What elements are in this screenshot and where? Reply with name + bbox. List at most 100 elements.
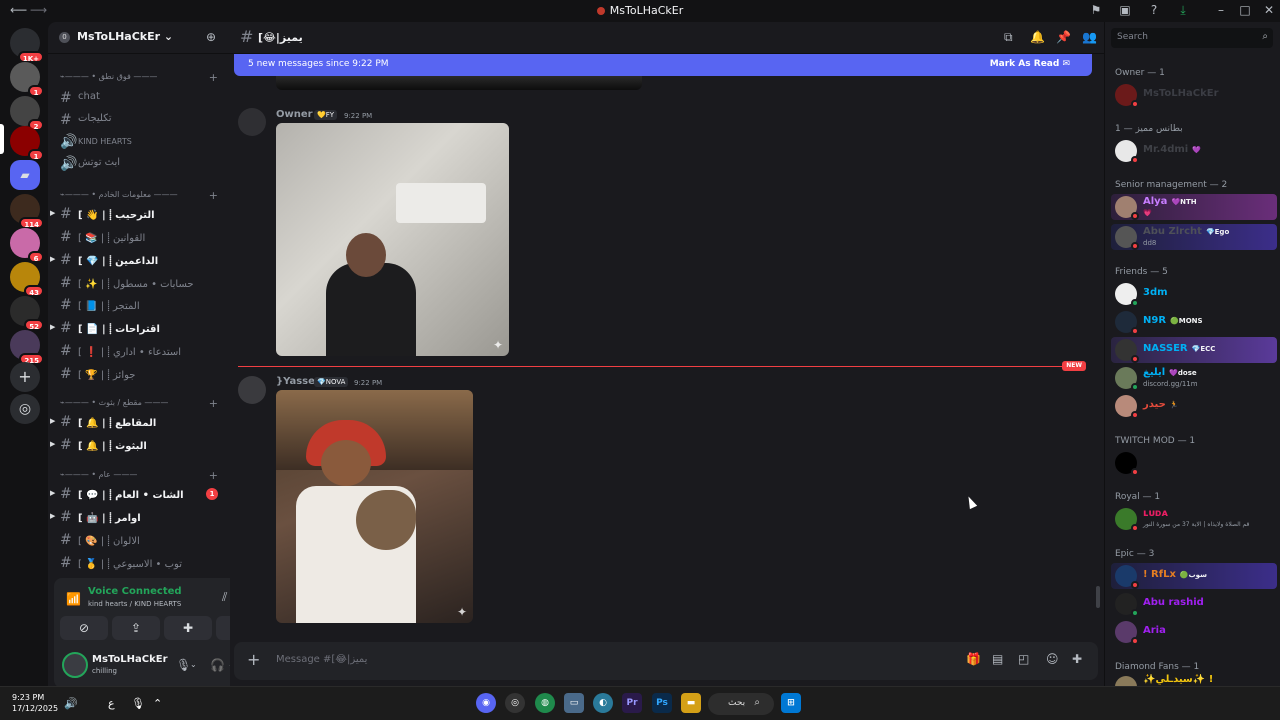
server-icon[interactable]: 6 — [10, 228, 44, 263]
member-item[interactable]: Mr.4dmi 💜 — [1111, 138, 1277, 164]
member-item[interactable]: ʟᴜᴅᴀ قم الصلاة ولايذاه | الاية 37 من سور… — [1111, 506, 1277, 532]
guild-header[interactable]: 0 MsToLHaCkEr ⌄ ⊕ — [48, 22, 230, 54]
member-item[interactable] — [1111, 450, 1277, 476]
channel-item[interactable]: # chat — [56, 88, 224, 108]
avatar[interactable] — [62, 652, 88, 678]
activities-button[interactable]: ✚ — [164, 616, 212, 640]
emoji-icon[interactable]: ☺ — [1046, 652, 1059, 666]
channel-item[interactable]: #[ 🥇 | ⸽ توب • الاسبوعي — [56, 553, 224, 573]
server-icon[interactable]: 2 — [10, 96, 44, 131]
channel-item[interactable]: # تكليجات — [56, 110, 224, 130]
language-indicator[interactable]: ع — [108, 697, 115, 710]
volume-icon[interactable]: 🔊 — [64, 697, 78, 710]
member-item[interactable]: Abu rashid — [1111, 591, 1277, 617]
member-item[interactable]: حيدر 🏃 — [1111, 393, 1277, 419]
channel-item[interactable]: #[ ❗ | ⸽ استدعاء • اداري — [56, 341, 224, 361]
server-icon[interactable]: 114 — [10, 194, 44, 229]
add-channel-icon[interactable]: + — [209, 189, 218, 202]
channel-item[interactable]: #[ ✨ | ⸽ حسابات • مسطول — [56, 273, 224, 293]
screen-share-button[interactable]: ⇪ — [112, 616, 160, 640]
voice-status[interactable]: Voice Connected — [88, 586, 182, 597]
member-item[interactable]: ايليغ 💜dose discord.gg/11m — [1111, 365, 1277, 391]
channel-item[interactable]: #[ 📚 | ⸽ القوانين — [56, 227, 224, 247]
premiere-icon[interactable]: Pr — [622, 693, 642, 713]
member-item[interactable]: N9R 🟢MONS — [1111, 309, 1277, 335]
channel-item[interactable]: ▶ #[ 📄 | ⸽ اقتراحات — [50, 318, 224, 338]
headphones-icon[interactable]: 🎧 — [210, 658, 225, 672]
noise-suppression-icon[interactable]: ⫽ — [222, 590, 227, 605]
member-item[interactable]: Aria — [1111, 619, 1277, 645]
sticker-icon[interactable]: ◰ — [1018, 652, 1029, 666]
help-icon[interactable]: ? — [1147, 3, 1161, 17]
channel-item[interactable]: ▶ #[ 🔔 | ⸽ المقاطع — [50, 412, 224, 432]
add-channel-icon[interactable]: + — [209, 71, 218, 84]
download-icon[interactable]: ⤓ — [1176, 3, 1190, 17]
signal-icon[interactable]: 📶 — [66, 592, 81, 606]
chrome-icon[interactable]: ◍ — [535, 693, 555, 713]
microphone-icon[interactable]: 🎙 — [131, 697, 145, 710]
guild-name[interactable]: MsToLHaCkEr ⌄ — [77, 30, 173, 43]
photoshop-icon[interactable]: Ps — [652, 693, 672, 713]
guild-tag[interactable]: 💎NOVA — [314, 377, 349, 387]
category-header[interactable]: ⌁——— • فوق نطق ——— + — [60, 71, 228, 86]
channel-item[interactable]: ▶ #[ 💬 | ⸽ الشات • العام 1 — [50, 484, 224, 504]
member-list-icon[interactable]: 👥 — [1082, 30, 1097, 44]
attach-plus-icon[interactable]: + — [247, 650, 260, 669]
image-attachment[interactable]: ✦ — [276, 390, 473, 623]
avatar[interactable] — [238, 108, 266, 136]
inbox-flag-icon[interactable]: ⚑ — [1089, 3, 1103, 17]
add-channel-icon[interactable]: + — [209, 469, 218, 482]
user-name[interactable]: MsToLHaCkEr — [92, 654, 168, 665]
category-header[interactable]: ⌁——— • عام ——— + — [60, 469, 228, 484]
apps-icon[interactable]: ✚ — [1072, 652, 1082, 666]
scrollbar[interactable] — [1096, 586, 1100, 608]
chevron-down-icon[interactable]: ⌄ — [190, 660, 197, 669]
category-header[interactable]: ⌁——— • مقطع / بثوث ——— + — [60, 397, 228, 412]
notification-bell-icon[interactable]: 🔔 — [1030, 30, 1045, 44]
system-clock[interactable]: 9:23 PM 17/12/2025 — [12, 692, 58, 714]
app-icon[interactable]: ◎ — [505, 693, 525, 713]
image-attachment[interactable]: ✦ — [276, 123, 509, 356]
channel-item[interactable]: ▶ #[ 💎 | ⸽ الداعمين — [50, 250, 224, 270]
threads-icon[interactable]: ⧉ — [1004, 30, 1013, 45]
search-input[interactable]: Search ⌕ — [1111, 28, 1273, 48]
browser-icon[interactable]: ◐ — [593, 693, 613, 713]
server-icon[interactable]: 43 — [10, 262, 44, 297]
message-timestamp[interactable]: 9:22 PM — [354, 379, 382, 387]
add-member-icon[interactable]: ⊕ — [206, 30, 216, 44]
camera-button[interactable]: ⊘ — [60, 616, 108, 640]
member-item[interactable]: Alya 💜NTH 💗 — [1111, 194, 1277, 220]
gif-icon[interactable]: ▤ — [992, 652, 1003, 666]
maximize-icon[interactable]: □ — [1238, 3, 1252, 17]
discover-icon[interactable]: ◎ — [10, 394, 40, 424]
folder-icon[interactable]: ▰ — [10, 160, 40, 190]
channel-item[interactable]: ▶ #[ 👋 | ⸽ الترحيب — [50, 204, 224, 224]
member-item[interactable]: ! RfLx 🟢سوب — [1111, 563, 1277, 589]
channel-item[interactable]: #[ 🎨 | ⸽ الالوان — [56, 530, 224, 550]
server-icon[interactable]: 52 — [10, 296, 44, 331]
mark-as-read-button[interactable]: Mark As Read ✉ — [990, 59, 1070, 69]
file-explorer-icon[interactable]: ▬ — [681, 693, 701, 713]
add-channel-icon[interactable]: + — [209, 397, 218, 410]
server-icon[interactable]: 215 — [10, 330, 44, 365]
pin-icon[interactable]: 📌 — [1056, 30, 1071, 44]
message-timestamp[interactable]: 9:22 PM — [344, 112, 372, 120]
gift-icon[interactable]: 🎁 — [966, 652, 981, 666]
server-icon[interactable]: 1 — [10, 62, 44, 97]
voice-channel-item[interactable]: 🔊 KIND HEARTS — [56, 132, 224, 152]
message-author[interactable]: Owner — [276, 109, 313, 120]
new-messages-banner[interactable]: 5 new messages since 9:22 PM Mark As Rea… — [234, 54, 1092, 76]
member-item[interactable]: MsToLHaCkEr — [1111, 82, 1277, 108]
channel-item[interactable]: #[ 📘 | ⸽ المتجر — [56, 295, 224, 315]
server-icon[interactable]: 1 — [10, 126, 44, 161]
voice-channel-item[interactable]: 🔊 ابث توتش — [56, 154, 224, 174]
channel-item[interactable]: #[ 🏆 | ⸽ جوائز — [56, 364, 224, 384]
search-icon[interactable]: ⌕ — [1262, 31, 1268, 42]
close-icon[interactable]: ✕ — [1262, 3, 1276, 17]
member-item[interactable]: ✨سيدـلي✨ ! — [1111, 674, 1277, 686]
window-app-icon[interactable]: ▭ — [564, 693, 584, 713]
guild-tag[interactable]: 💛FY — [314, 110, 338, 120]
channel-item[interactable]: ▶ #[ 🔔 | ⸽ البثوث — [50, 435, 224, 455]
member-item[interactable]: Abu Zlrcht 💎Ego dd8 — [1111, 224, 1277, 250]
avatar[interactable] — [238, 376, 266, 404]
